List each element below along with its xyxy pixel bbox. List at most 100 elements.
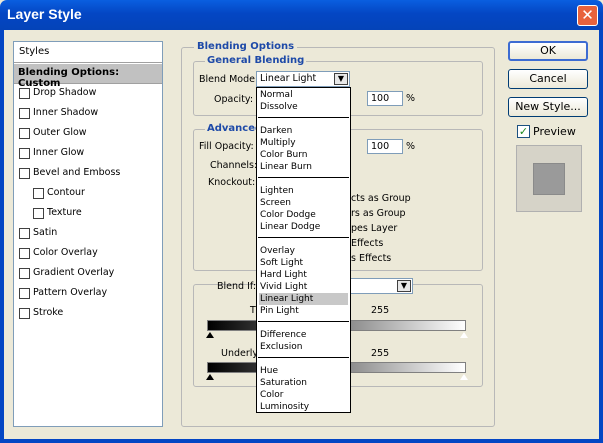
style-item-label: Satin — [33, 227, 58, 238]
menu-separator — [258, 237, 349, 238]
style-item-label: Outer Glow — [33, 127, 87, 138]
opacity-percent: % — [406, 93, 416, 104]
blend-clipped-as-group[interactable]: rs as Group — [351, 208, 406, 219]
knockout-label: Knockout: — [208, 177, 256, 188]
ok-button[interactable]: OK — [508, 41, 588, 61]
blend-mode-option[interactable]: Screen — [259, 197, 348, 209]
blend-if-label: Blend If: — [217, 281, 257, 292]
style-item-label: Contour — [47, 187, 85, 198]
blend-mode-option[interactable]: Lighten — [259, 185, 348, 197]
blend-mode-option[interactable]: Normal — [259, 89, 348, 101]
style-item-label: Texture — [47, 207, 82, 218]
channels-label: Channels: — [210, 160, 258, 171]
style-checkbox[interactable] — [19, 228, 30, 239]
style-item[interactable]: Pattern Overlay — [14, 284, 162, 304]
style-item-label: Gradient Overlay — [33, 267, 115, 278]
underlying-layer-label: Underlyi — [221, 348, 261, 359]
this-layer-white-handle[interactable] — [460, 332, 468, 338]
blend-mode-menu: Normal Dissolve Darken Multiply Color Burn Li… — [256, 87, 351, 413]
preview-label: Preview — [533, 125, 576, 138]
blend-mode-option[interactable]: Dissolve — [259, 101, 348, 113]
underlying-black-handle[interactable] — [206, 374, 214, 380]
style-checkbox[interactable] — [19, 288, 30, 299]
style-checkbox[interactable] — [19, 268, 30, 279]
blend-mode-option[interactable]: Linear Burn — [259, 161, 348, 173]
menu-separator — [258, 357, 349, 358]
title-bar[interactable] — [0, 0, 603, 30]
menu-separator — [258, 117, 349, 118]
fill-opacity-field[interactable]: 100 — [367, 139, 403, 154]
blending-options-title: Blending Options — [194, 41, 298, 52]
window-frame-right — [599, 30, 603, 443]
vector-mask-hides-effects[interactable]: s Effects — [351, 253, 391, 264]
underlying-layer-value: 255 — [371, 348, 390, 359]
style-item[interactable]: Contour — [14, 184, 162, 204]
blend-mode-option[interactable]: Multiply — [259, 137, 348, 149]
blend-mode-option[interactable]: Color — [259, 389, 348, 401]
style-checkbox[interactable] — [19, 108, 30, 119]
general-blending-title: General Blending — [205, 55, 307, 66]
blend-mode-option[interactable]: Exclusion — [259, 341, 348, 353]
style-item[interactable]: Gradient Overlay — [14, 264, 162, 284]
style-item[interactable]: Bevel and Emboss — [14, 164, 162, 184]
style-item-label: Inner Shadow — [33, 107, 99, 118]
style-item-label: Pattern Overlay — [33, 287, 108, 298]
style-checkbox[interactable] — [33, 208, 44, 219]
menu-separator — [258, 177, 349, 178]
preview-checkbox[interactable]: ✓ — [517, 125, 530, 138]
opacity-field[interactable]: 100 — [367, 91, 403, 106]
blend-mode-option[interactable]: Pin Light — [259, 305, 348, 317]
blend-mode-option[interactable]: Soft Light — [259, 257, 348, 269]
blend-mode-option[interactable]: Hue — [259, 365, 348, 377]
style-checkbox[interactable] — [19, 88, 30, 99]
blend-mode-option[interactable]: Difference — [259, 329, 348, 341]
style-item[interactable]: Outer Glow — [14, 124, 162, 144]
blend-mode-option[interactable]: Linear Light — [259, 293, 348, 305]
style-item[interactable]: Inner Glow — [14, 144, 162, 164]
style-checkbox[interactable] — [33, 188, 44, 199]
style-checkbox[interactable] — [19, 148, 30, 159]
chevron-down-icon[interactable]: ▼ — [334, 73, 348, 85]
style-item[interactable]: Drop Shadow — [14, 84, 162, 104]
fill-opacity-label: Fill Opacity: — [199, 141, 254, 152]
style-checkbox[interactable] — [19, 128, 30, 139]
underlying-white-handle[interactable] — [460, 374, 468, 380]
fill-opacity-percent: % — [406, 141, 416, 152]
transparency-shapes-layer[interactable]: pes Layer — [351, 223, 397, 234]
this-layer-value: 255 — [371, 305, 390, 316]
close-button[interactable]: ✕ — [577, 5, 598, 26]
style-item-label: Color Overlay — [33, 247, 98, 258]
blend-mode-option[interactable]: Overlay — [259, 245, 348, 257]
cancel-button[interactable]: Cancel — [508, 69, 588, 89]
new-style-button[interactable]: New Style... — [508, 97, 588, 117]
style-checkbox[interactable] — [19, 308, 30, 319]
blend-mode-option[interactable]: Linear Dodge — [259, 221, 348, 233]
blend-interior-as-group[interactable]: cts as Group — [351, 193, 411, 204]
style-item[interactable]: Stroke — [14, 304, 162, 324]
blend-mode-option[interactable]: Hard Light — [259, 269, 348, 281]
style-item[interactable]: Satin — [14, 224, 162, 244]
chevron-down-icon[interactable]: ▼ — [397, 280, 411, 292]
layer-mask-hides-effects[interactable]: Effects — [351, 238, 383, 249]
blend-mode-option[interactable]: Color Burn — [259, 149, 348, 161]
blend-mode-option[interactable]: Color Dodge — [259, 209, 348, 221]
window-frame-bottom — [0, 439, 603, 443]
window-title: Layer Style — [7, 6, 82, 22]
styles-header[interactable]: Styles — [14, 42, 162, 63]
blend-mode-option[interactable]: Darken — [259, 125, 348, 137]
blend-mode-option[interactable]: Saturation — [259, 377, 348, 389]
blend-mode-option[interactable]: Luminosity — [259, 401, 348, 413]
blend-mode-label: Blend Mode: — [199, 74, 259, 85]
this-layer-black-handle[interactable] — [206, 332, 214, 338]
blend-mode-option[interactable]: Vivid Light — [259, 281, 348, 293]
style-item[interactable]: Color Overlay — [14, 244, 162, 264]
blending-options-item[interactable]: Blending Options: Custom — [14, 64, 162, 89]
style-checkbox[interactable] — [19, 168, 30, 179]
style-item-label: Inner Glow — [33, 147, 85, 158]
style-checkbox[interactable] — [19, 248, 30, 259]
blend-mode-value: Linear Light — [260, 73, 317, 84]
style-item-label: Stroke — [33, 307, 64, 318]
style-item[interactable]: Inner Shadow — [14, 104, 162, 124]
style-item[interactable]: Texture — [14, 204, 162, 224]
opacity-label: Opacity: — [214, 94, 254, 105]
